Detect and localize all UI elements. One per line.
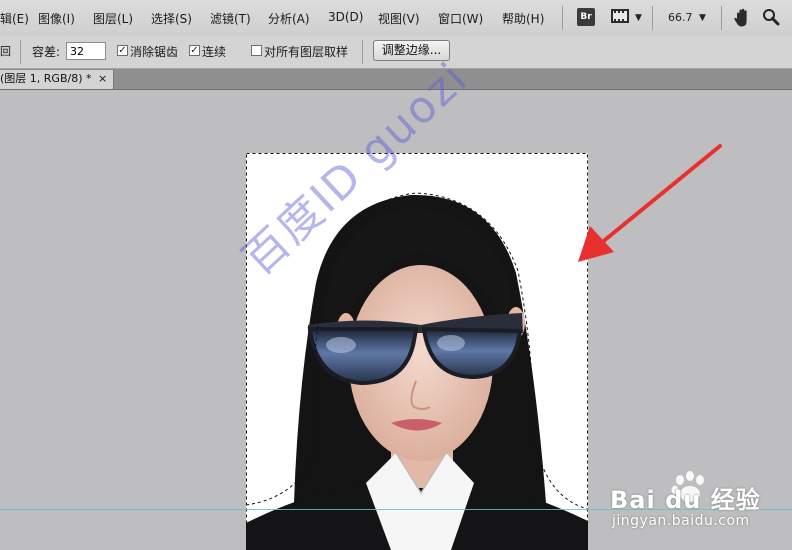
tolerance-label: 容差:	[32, 45, 61, 59]
menu-select[interactable]: 选择(S)	[151, 10, 192, 27]
annotation-arrow	[578, 144, 722, 262]
chevron-down-icon[interactable]: ▼	[699, 13, 706, 23]
close-icon[interactable]: ×	[98, 70, 107, 88]
menu-divider	[652, 6, 653, 30]
sample-all-layers-checkbox[interactable]	[251, 45, 262, 56]
contiguous-checkbox[interactable]: ✓	[189, 45, 200, 56]
anti-alias-checkbox[interactable]: ✓	[117, 45, 128, 56]
film-strip-icon[interactable]	[611, 9, 629, 23]
menu-divider	[721, 6, 722, 30]
tab-document-label: (图层 1, RGB/8) *	[0, 72, 92, 85]
menu-edit[interactable]: 辑(E)	[0, 10, 29, 27]
tool-options-bar: 回 容差: 32 ✓ 消除锯齿 ✓ 连续 对所有图层取样 调整边缘...	[0, 36, 792, 69]
options-divider	[362, 40, 363, 64]
sample-all-layers-label: 对所有图层取样	[264, 45, 349, 59]
contiguous-label: 连续	[202, 45, 227, 59]
menu-view[interactable]: 视图(V)	[378, 10, 420, 27]
chevron-down-icon[interactable]: ▼	[635, 13, 642, 23]
menu-bar: 辑(E) 图像(I) 图层(L) 选择(S) 滤镜(T) 分析(A) 3D(D)…	[0, 0, 792, 37]
baidu-url: jingyan.baidu.com	[612, 513, 750, 529]
bridge-icon-label: Br	[580, 12, 592, 22]
hand-tool-icon[interactable]	[733, 8, 751, 28]
anti-alias-label: 消除锯齿	[130, 45, 179, 59]
options-divider	[20, 40, 21, 64]
menu-3d[interactable]: 3D(D)	[328, 10, 363, 24]
menu-divider	[562, 6, 563, 30]
menu-help[interactable]: 帮助(H)	[502, 10, 544, 27]
menu-window[interactable]: 窗口(W)	[438, 10, 483, 27]
baidu-jingyan-logo: Bai du 经验	[610, 486, 761, 514]
zoom-tool-icon[interactable]	[762, 8, 780, 26]
menu-analysis[interactable]: 分析(A)	[268, 10, 310, 27]
zoom-level[interactable]: 66.7	[668, 11, 693, 24]
bridge-icon[interactable]: Br	[577, 8, 595, 26]
menu-filter[interactable]: 滤镜(T)	[210, 10, 251, 27]
tolerance-input[interactable]: 32	[66, 42, 106, 60]
selection-mode-icon[interactable]: 回	[0, 43, 11, 59]
menu-image[interactable]: 图像(I)	[38, 10, 75, 27]
menu-layer[interactable]: 图层(L)	[93, 10, 133, 27]
tab-document[interactable]: (图层 1, RGB/8) * ×	[0, 70, 114, 89]
